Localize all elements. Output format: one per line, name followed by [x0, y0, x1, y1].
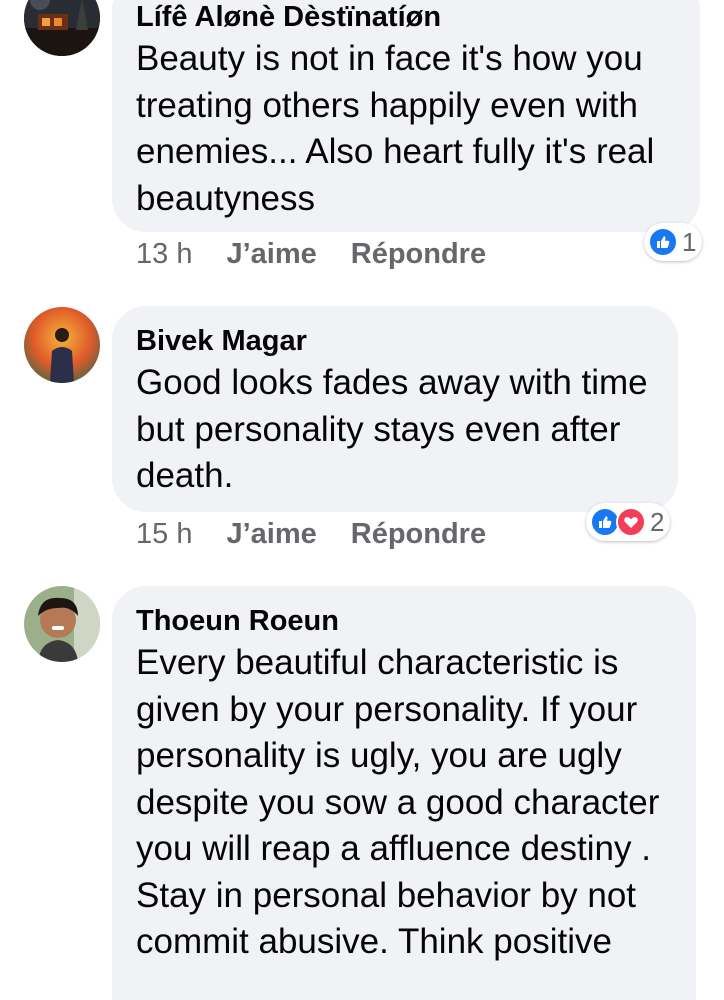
comment-author[interactable]: Bivek Magar [136, 324, 654, 358]
avatar[interactable] [24, 307, 100, 383]
like-button[interactable]: J’aime [226, 518, 316, 551]
like-button[interactable]: J’aime [226, 238, 316, 271]
comment-time[interactable]: 13 h [136, 238, 192, 271]
avatar[interactable] [24, 586, 100, 662]
comment-time[interactable]: 15 h [136, 518, 192, 551]
comment-author[interactable]: Thoeun Roeun [136, 604, 672, 638]
reaction-count: 2 [650, 506, 665, 537]
comment-actions: 15 h J’aime Répondre [136, 518, 486, 551]
reaction-summary[interactable]: 2 [586, 503, 671, 541]
comment-actions: 13 h J’aime Répondre [136, 238, 486, 271]
comment-bubble: Thoeun Roeun Every beautiful characteris… [112, 586, 696, 1000]
comment-text: Beauty is not in face it's how you treat… [136, 39, 655, 218]
comment-bubble: Lífê Alønè Dèstïnatíøn Beauty is not in … [112, 0, 700, 232]
love-icon [616, 507, 646, 537]
reply-button[interactable]: Répondre [351, 518, 486, 551]
comment-bubble: Bivek Magar Good looks fades away with t… [112, 306, 678, 512]
reaction-count: 1 [682, 226, 697, 257]
comment-text: Good looks fades away with time but pers… [136, 363, 648, 495]
comment-author[interactable]: Lífê Alønè Dèstïnatíøn [136, 0, 676, 34]
reply-button[interactable]: Répondre [351, 238, 486, 271]
comment-text: Every beautiful characteristic is given … [136, 643, 660, 961]
avatar[interactable] [24, 0, 100, 56]
reaction-summary[interactable]: 1 [644, 223, 703, 261]
like-icon [648, 227, 678, 257]
